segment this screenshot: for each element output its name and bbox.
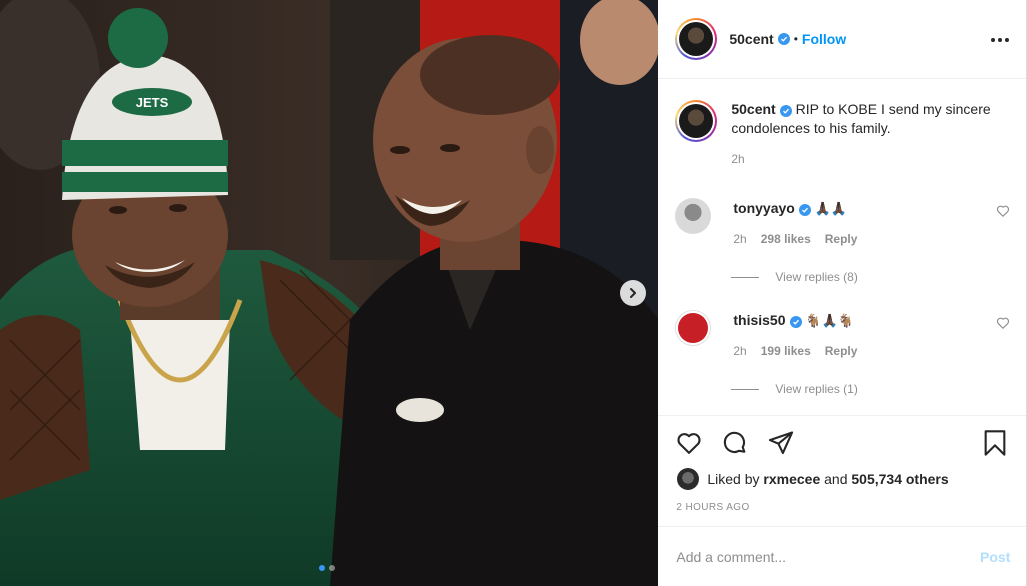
author-username[interactable]: 50cent: [729, 31, 773, 47]
liker-avatar[interactable]: [677, 468, 700, 490]
follow-button[interactable]: Follow: [802, 31, 846, 47]
carousel-indicator: [319, 565, 335, 571]
liked-by-others[interactable]: 505,734 others: [851, 471, 948, 487]
post-timestamp[interactable]: 2 HOURS AGO: [676, 502, 749, 513]
post-caption: 50cent RIP to KOBE I send my sincere con…: [675, 100, 1010, 169]
caption-username[interactable]: 50cent: [731, 101, 775, 117]
comment-icon: [724, 431, 746, 454]
comment-item: tonyyayo 🙏🏿🙏🏿 2h 298 likes Reply View re…: [675, 198, 1010, 284]
liked-by-user[interactable]: rxmecee: [763, 471, 820, 487]
instagram-post: JETS 50cent • Follow 50cent RIP to KOBE …: [0, 0, 1027, 586]
post-actions: Liked by rxmecee and 505,734 others 2 HO…: [658, 415, 1027, 526]
liked-by: Liked by rxmecee and 505,734 others: [677, 468, 949, 490]
comment-likes[interactable]: 298 likes: [761, 232, 811, 246]
author-avatar[interactable]: [675, 18, 718, 60]
post-comment-button[interactable]: Post: [980, 549, 1010, 565]
carousel-dot: [329, 565, 335, 571]
comment-likes[interactable]: 199 likes: [761, 344, 811, 358]
comment-like-icon[interactable]: [996, 316, 1010, 330]
caption-time[interactable]: 2h: [731, 150, 1001, 169]
heart-icon: [677, 433, 701, 454]
comment-like-icon[interactable]: [996, 204, 1010, 218]
add-comment-bar: Post: [658, 526, 1027, 586]
comment-time[interactable]: 2h: [733, 344, 746, 358]
liked-by-middle: and: [824, 471, 848, 487]
carousel-dot-active: [319, 565, 325, 571]
reply-button[interactable]: Reply: [825, 232, 858, 246]
save-button[interactable]: [980, 428, 1010, 458]
bookmark-icon: [984, 430, 1006, 456]
comment-username[interactable]: tonyyayo: [733, 200, 794, 216]
svg-text:JETS: JETS: [136, 95, 169, 110]
comment-avatar[interactable]: [675, 198, 712, 234]
share-icon: [769, 431, 794, 455]
verified-badge-icon: [777, 33, 790, 45]
like-button[interactable]: [674, 428, 704, 458]
comment-text: 🙏🏿🙏🏿: [814, 202, 848, 217]
photo-illustration: JETS: [0, 0, 659, 586]
add-comment-input[interactable]: [676, 548, 981, 565]
comment-button[interactable]: [720, 428, 750, 458]
view-replies-button[interactable]: View replies (8): [731, 270, 858, 284]
caption-avatar[interactable]: [675, 100, 718, 142]
liked-by-prefix: Liked by: [707, 471, 760, 487]
reply-button[interactable]: Reply: [825, 344, 858, 358]
comment-username[interactable]: thisis50: [733, 312, 785, 328]
comment-item: thisis50 🐐🙏🏿🐐 2h 199 likes Reply View re…: [675, 310, 1010, 396]
comment-avatar[interactable]: [675, 310, 712, 346]
verified-badge-icon: [798, 204, 811, 216]
share-button[interactable]: [766, 428, 796, 458]
post-sidebar: 50cent • Follow 50cent RIP to KOBE I sen…: [658, 0, 1027, 586]
separator: •: [793, 32, 798, 46]
view-replies-label: View replies (8): [775, 270, 858, 284]
comment-time[interactable]: 2h: [733, 232, 746, 246]
comment-text: 🐐🙏🏿🐐: [805, 314, 854, 329]
view-replies-label: View replies (1): [775, 382, 858, 396]
verified-badge-icon: [779, 105, 792, 117]
next-slide-button[interactable]: [620, 280, 646, 306]
post-photo[interactable]: JETS: [0, 0, 659, 586]
more-options-icon[interactable]: [990, 30, 1010, 50]
post-header: 50cent • Follow: [658, 0, 1027, 79]
verified-badge-icon: [789, 316, 802, 328]
chevron-right-icon: [630, 288, 636, 298]
view-replies-button[interactable]: View replies (1): [731, 382, 858, 396]
